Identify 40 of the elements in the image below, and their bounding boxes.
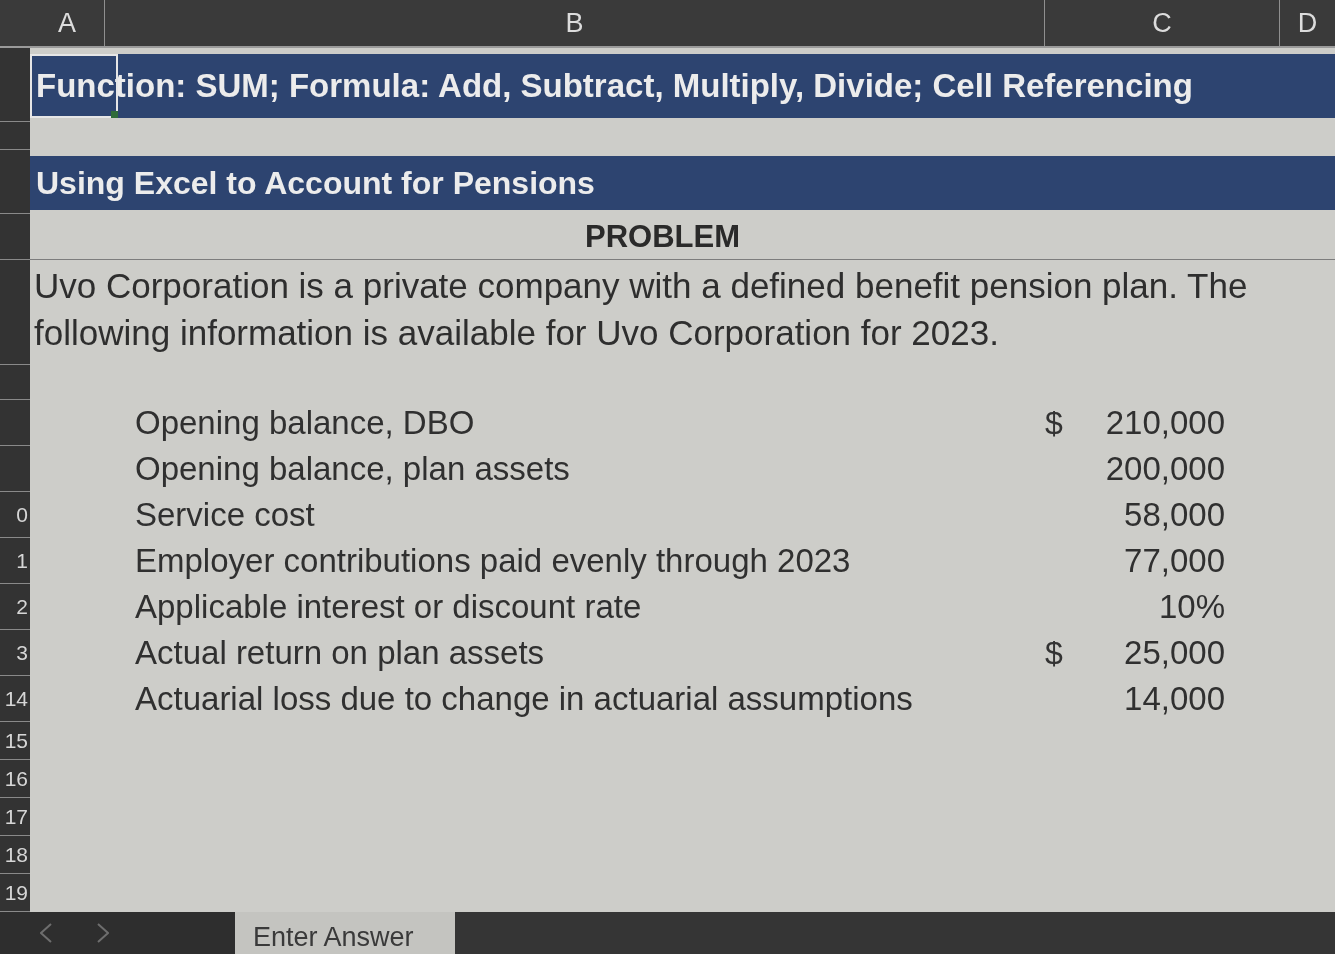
previous-sheet-button[interactable] <box>40 923 52 943</box>
row-header[interactable]: 2 <box>0 584 30 630</box>
item-label: Applicable interest or discount rate <box>135 588 642 626</box>
item-label: Opening balance, plan assets <box>135 450 570 488</box>
item-value: 77,000 <box>1124 542 1225 580</box>
item-value: 25,000 <box>1124 634 1225 672</box>
item-label: Opening balance, DBO <box>135 404 475 442</box>
item-label: Service cost <box>135 496 315 534</box>
row-header[interactable]: 0 <box>0 492 30 538</box>
chevron-left-icon <box>40 923 52 943</box>
item-value: 200,000 <box>1105 450 1225 488</box>
problem-text: Uvo Corporation is a private company with a defined benefit pension plan. The following information is available for Uvo Corporation for 2023. <box>33 265 1249 354</box>
row-header[interactable]: 3 <box>0 630 30 676</box>
currency-symbol: $ <box>1045 404 1063 442</box>
row-header[interactable]: 17 <box>0 798 30 836</box>
row-header[interactable] <box>0 446 30 492</box>
row-header[interactable] <box>0 214 30 260</box>
item-value: 58,000 <box>1124 496 1225 534</box>
problem-heading: PROBLEM <box>585 218 740 255</box>
section-title: Using Excel to Account for Pensions <box>36 164 595 202</box>
item-label: Actuarial loss due to change in actuarial assumptions <box>135 680 913 718</box>
row-header[interactable]: 1 <box>0 538 30 584</box>
row-header[interactable] <box>0 365 30 400</box>
item-value: 210,000 <box>1105 404 1225 442</box>
item-label: Employer contributions paid evenly through 2023 <box>135 542 851 580</box>
horizontal-scrollbar[interactable] <box>455 912 1335 954</box>
row-header[interactable]: 19 <box>0 874 30 912</box>
row-header[interactable]: 18 <box>0 836 30 874</box>
row-header[interactable] <box>0 400 30 446</box>
chevron-right-icon <box>97 923 109 943</box>
item-value: 10% <box>1158 588 1225 626</box>
item-value: 14,000 <box>1124 680 1225 718</box>
row-header[interactable]: 14 <box>0 676 30 722</box>
currency-symbol: $ <box>1045 634 1063 672</box>
sheet-tab[interactable]: Enter Answer <box>235 912 455 954</box>
next-sheet-button[interactable] <box>97 923 109 943</box>
item-label: Actual return on plan assets <box>135 634 545 672</box>
row-header[interactable] <box>0 122 30 150</box>
row-header[interactable]: 15 <box>0 722 30 760</box>
row-header[interactable]: 16 <box>0 760 30 798</box>
